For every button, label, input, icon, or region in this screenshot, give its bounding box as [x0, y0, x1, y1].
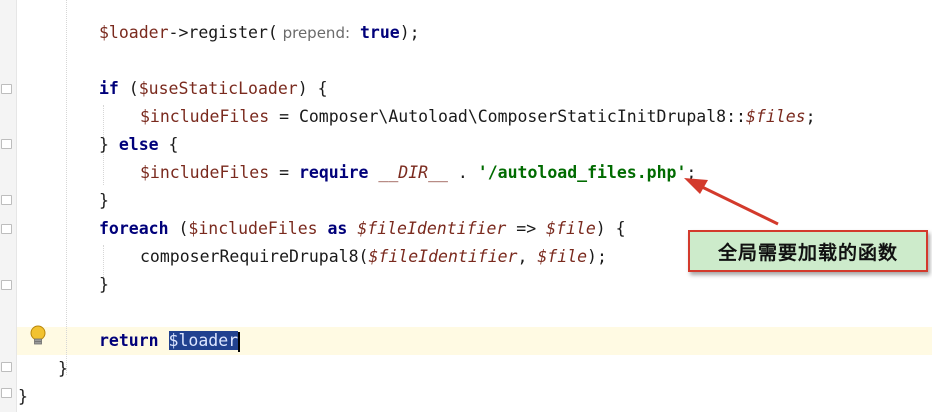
annotation-arrow: [684, 178, 779, 226]
annotation-callout: 全局需要加载的函数: [688, 230, 928, 272]
